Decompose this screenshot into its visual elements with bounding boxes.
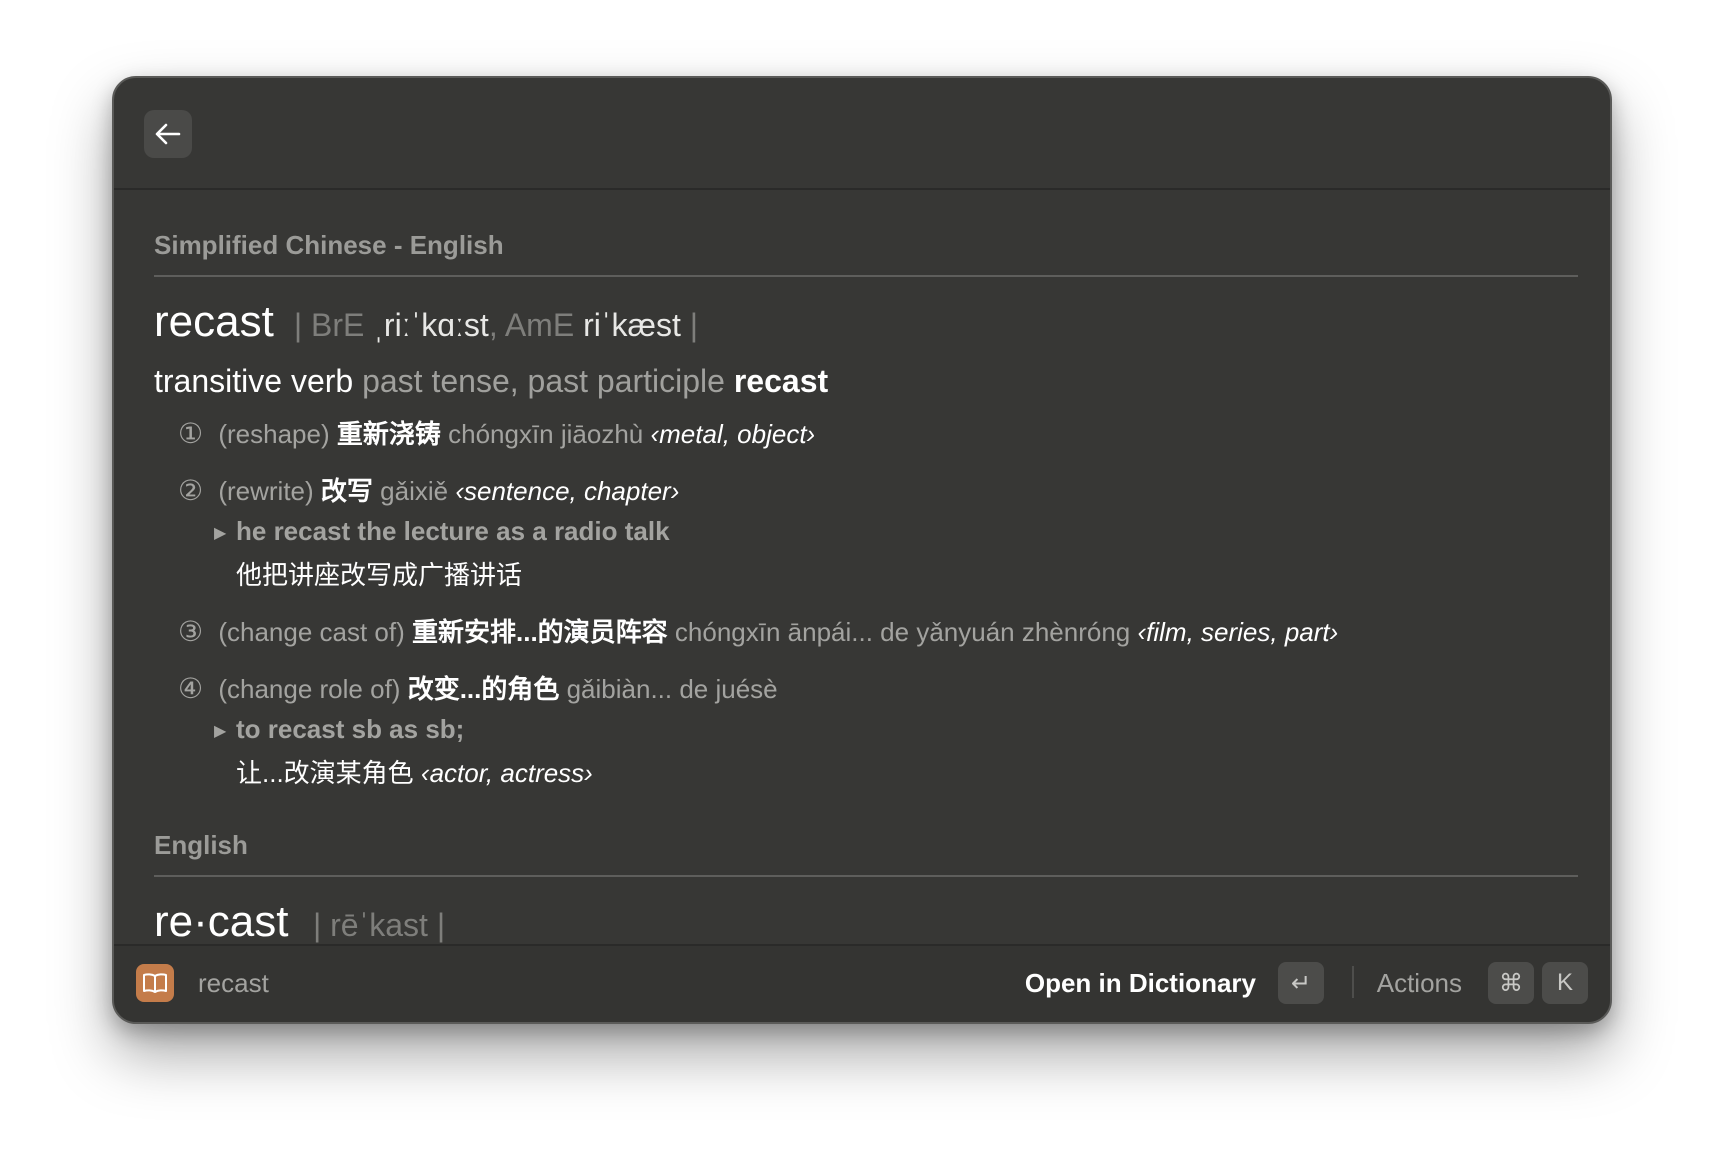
sense-gloss: (reshape): [218, 419, 330, 449]
sense-3: ③ (change cast of) 重新安排...的演员阵容 chóngxīn…: [178, 612, 1578, 649]
headword: recast: [154, 297, 274, 346]
pron-ame: riˈkæst: [583, 307, 681, 343]
headword-english: re·cast: [154, 897, 289, 946]
sense-gloss: (rewrite): [218, 476, 314, 506]
example-chinese: 让...改演某角色: [236, 758, 414, 788]
section-title-english: English: [154, 790, 1578, 877]
disclosure-triangle-icon: ▶: [214, 723, 227, 741]
open-in-dictionary-button[interactable]: Open in Dictionary: [1025, 968, 1256, 999]
pron-mid: , AmE: [488, 307, 584, 343]
part-of-speech-line: transitive verb past tense, past partici…: [154, 363, 1578, 400]
arrow-left-icon: [155, 123, 181, 145]
dictionary-window: Simplified Chinese - English recast | BrE…: [112, 76, 1612, 1024]
section-title-chinese-english: Simplified Chinese - English: [154, 190, 1578, 277]
sense-pinyin: gǎibiàn... de juésè: [566, 674, 778, 704]
sense-pinyin: chóngxīn jiāozhù: [448, 419, 644, 449]
sense-number: ④: [178, 673, 204, 704]
headword-line: recast | BrE ˌriːˈkɑːst, AmE riˈkæst |: [154, 297, 1578, 347]
disclosure-triangle-icon: ▶: [214, 525, 227, 543]
footer-divider: [1352, 966, 1354, 998]
sense-number: ②: [178, 475, 204, 506]
sense-gloss: (change role of): [218, 674, 401, 704]
actions-button[interactable]: Actions: [1377, 968, 1462, 999]
sense-translation: 改变...的角色: [407, 674, 560, 704]
pron-close: |: [680, 307, 699, 343]
pronunciation-english: | rēˈkast |: [312, 907, 446, 943]
action-bar: recast Open in Dictionary ↵ Actions ⌘ K: [114, 944, 1610, 1022]
sense-context: ‹sentence, chapter›: [455, 476, 680, 506]
pronunciation: | BrE ˌriːˈkɑːst, AmE riˈkæst |: [294, 307, 698, 343]
pron-bre: ˌriːˈkɑːst: [373, 307, 489, 343]
k-key-badge: K: [1542, 962, 1588, 1004]
example-context: ‹actor, actress›: [420, 758, 593, 788]
sense-translation: 重新浇铸: [336, 419, 441, 449]
sense-pinyin: chóngxīn ānpái... de yǎnyuán zhènróng: [674, 617, 1131, 647]
example-2: ▶ he recast the lecture as a radio talk 他…: [214, 516, 1578, 592]
sense-number: ③: [178, 616, 204, 647]
sense-translation: 改写: [320, 476, 373, 506]
sense-translation: 重新安排...的演员阵容: [412, 617, 668, 647]
sense-context: ‹metal, object›: [650, 419, 816, 449]
pron-open: | BrE: [293, 307, 374, 343]
definition-content[interactable]: Simplified Chinese - English recast | BrE…: [154, 190, 1578, 1020]
example-english: he recast the lecture as a radio talk: [236, 516, 670, 546]
book-icon: [136, 964, 174, 1002]
sense-1: ① (reshape) 重新浇铸 chóngxīn jiāozhù ‹metal…: [178, 414, 1578, 451]
command-key-badge: ⌘: [1488, 962, 1534, 1004]
forms-label: past tense, past participle: [362, 363, 725, 399]
forms-value: recast: [733, 363, 829, 399]
sense-2: ② (rewrite) 改写 gǎixiě ‹sentence, chapter…: [178, 471, 1578, 508]
sense-4: ④ (change role of) 改变...的角色 gǎibiàn... d…: [178, 669, 1578, 706]
return-key-badge: ↵: [1278, 962, 1324, 1004]
back-button[interactable]: [144, 110, 192, 158]
top-bar: [114, 78, 1610, 190]
sense-pinyin: gǎixiě: [380, 476, 449, 506]
part-of-speech: transitive verb: [154, 363, 354, 399]
example-4: ▶ to recast sb as sb; 让...改演某角色 ‹actor, a…: [214, 714, 1578, 790]
sense-context: ‹film, series, part›: [1137, 617, 1339, 647]
example-english: to recast sb as sb;: [236, 714, 465, 744]
sense-gloss: (change cast of): [218, 617, 405, 647]
headword-line-english: re·cast | rēˈkast |: [154, 897, 1578, 947]
sense-number: ①: [178, 418, 204, 449]
example-chinese: 他把讲座改写成广播讲话: [236, 560, 523, 590]
footer-query: recast: [198, 968, 269, 998]
